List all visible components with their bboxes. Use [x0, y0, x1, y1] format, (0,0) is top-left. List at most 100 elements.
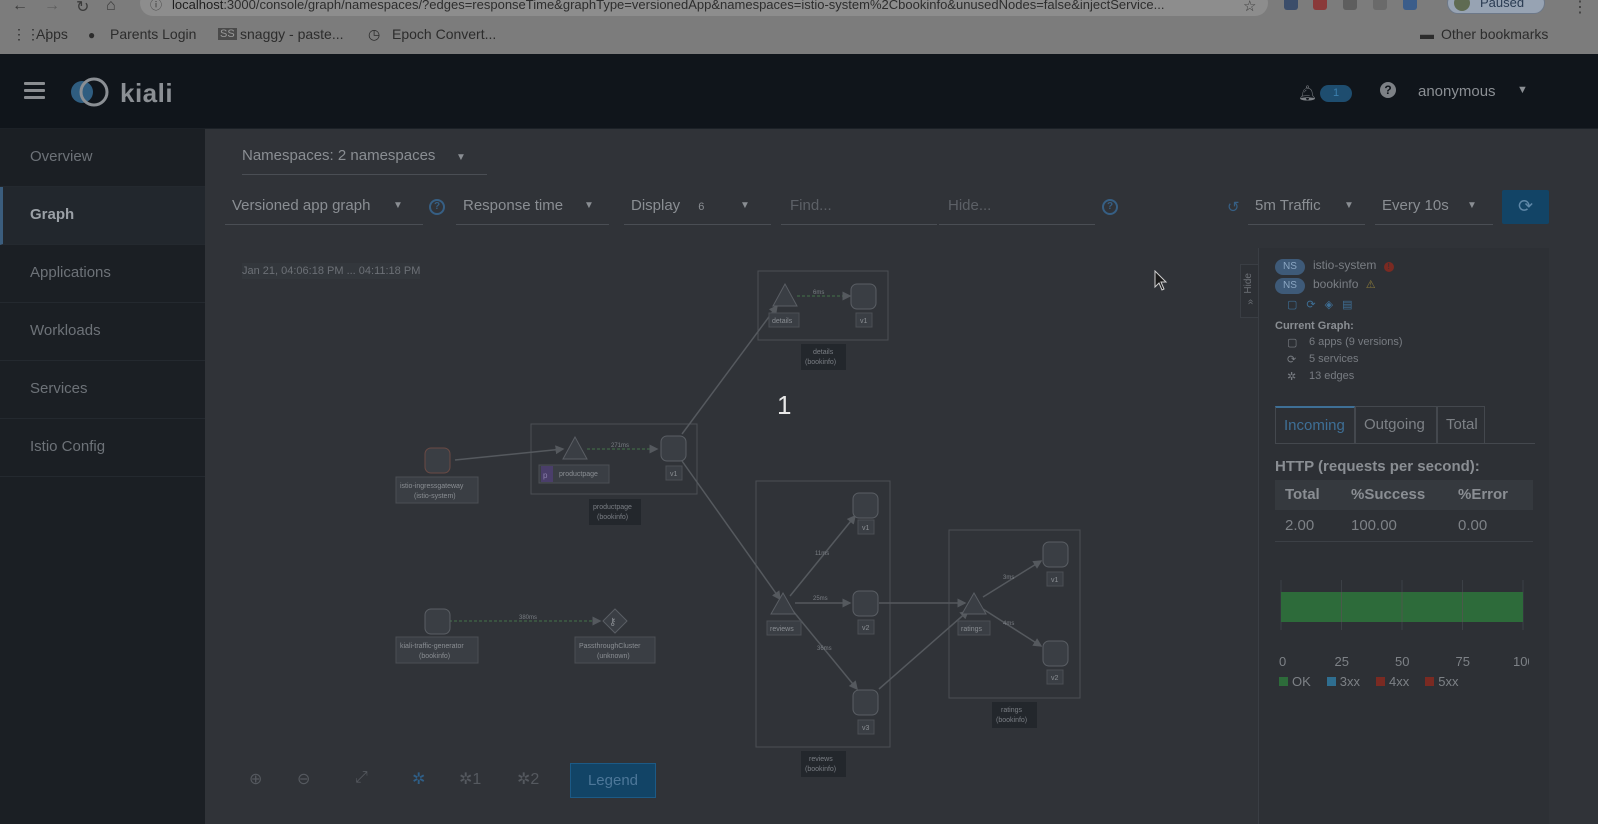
sidebar-item-workloads[interactable]: Workloads — [0, 303, 205, 361]
hamburger-menu-icon[interactable] — [24, 82, 45, 100]
app-box-label: reviews — [809, 756, 833, 763]
edge-gateway-productpage[interactable] — [454, 445, 565, 461]
kiali-traffic-generator-node[interactable] — [424, 608, 451, 635]
zoom-out-icon[interactable]: ⊖ — [297, 769, 310, 789]
url-text[interactable]: localhost:3000/console/graph/namespaces/… — [172, 0, 1232, 12]
graph-stat-apps: 6 apps (9 versions) — [1309, 336, 1403, 348]
details-v1-node[interactable] — [850, 283, 877, 310]
layout-1-button[interactable]: ✲1 — [459, 769, 481, 789]
notification-badge[interactable]: 1 — [1320, 85, 1352, 102]
summary-panel: NS istio-system ! NS bookinfo ⚠ ▢⟳◈▤ Curre… — [1258, 248, 1549, 824]
layout-2-label: 2 — [530, 771, 540, 788]
reviews-service-node[interactable] — [770, 591, 796, 615]
traffic-window-select[interactable]: 5m Traffic ▼ — [1248, 189, 1365, 225]
bookmark-epoch-convert[interactable]: Epoch Convert... — [392, 26, 496, 42]
reviews-v2-node[interactable] — [852, 590, 879, 617]
node-label: productpage — [559, 471, 598, 478]
node-label: (bookinfo) — [419, 653, 450, 660]
app-box-label: productpage — [593, 504, 632, 511]
bookmark-snaggy[interactable]: snaggy - paste... — [240, 26, 344, 42]
url-bar-row: ← → ↻ ⌂ ⓘ localhost:3000/console/graph/n… — [0, 0, 1598, 18]
hide-panel-toggle[interactable]: Hide » — [1240, 264, 1258, 318]
extension-icon[interactable] — [1313, 0, 1327, 10]
ratings-service-node[interactable] — [961, 591, 987, 615]
details-service-node[interactable] — [772, 282, 798, 307]
sidebar-item-overview[interactable]: Overview — [0, 129, 205, 187]
tab-outgoing[interactable]: Outgoing — [1355, 406, 1437, 444]
namespace-row: NS bookinfo ⚠ — [1275, 277, 1376, 294]
namespace-name[interactable]: istio-system — [1313, 258, 1376, 272]
sidebar-item-istio-config[interactable]: Istio Config — [0, 419, 205, 477]
fit-to-screen-icon[interactable]: ⤢ — [355, 769, 368, 787]
warning-icon: ⚠ — [1365, 279, 1376, 291]
star-icon[interactable]: ☆ — [1243, 0, 1256, 15]
hide-label: Hide — [1243, 273, 1254, 294]
layout-2-button[interactable]: ✲2 — [517, 769, 539, 789]
edge-reviewsv3-ratings[interactable] — [878, 610, 970, 690]
other-bookmarks[interactable]: Other bookmarks — [1441, 26, 1548, 42]
tab-incoming[interactable]: Incoming — [1275, 406, 1355, 444]
edge-productpage-details[interactable] — [681, 304, 778, 435]
node-label: (istio-system) — [414, 493, 456, 500]
sidebar-item-graph[interactable]: Graph — [0, 187, 205, 245]
refresh-button[interactable]: ⟳ — [1502, 190, 1549, 224]
column-header: %Success — [1351, 486, 1426, 503]
extension-icon[interactable] — [1343, 0, 1357, 10]
node-label: (unknown) — [597, 653, 630, 660]
user-menu[interactable]: anonymous — [1418, 83, 1496, 100]
help-icon[interactable]: ? — [1380, 82, 1396, 98]
app-box-label: (bookinfo) — [805, 359, 836, 366]
bookmark-apps[interactable]: Apps — [36, 26, 68, 42]
extension-icon[interactable] — [1373, 0, 1387, 10]
namespace-name[interactable]: bookinfo — [1313, 277, 1358, 291]
app-box-label: (bookinfo) — [996, 717, 1027, 724]
productpage-v1-node[interactable] — [660, 435, 687, 462]
home-icon[interactable]: ⌂ — [106, 0, 116, 15]
productpage-service-node[interactable] — [562, 435, 588, 460]
app-box-label: ratings — [1001, 707, 1023, 714]
node-label: kiali-traffic-generator — [400, 643, 464, 650]
info-icon[interactable]: ⓘ — [150, 0, 162, 13]
menu-dots-icon[interactable]: ⋮ — [1572, 0, 1588, 17]
app-box-label: details — [813, 349, 834, 356]
edge-productpage-reviews[interactable] — [681, 460, 781, 601]
sidebar: Overview Graph Applications Workloads Se… — [0, 129, 205, 824]
table-cell: 100.00 — [1351, 517, 1397, 534]
back-arrow-icon[interactable]: ← — [12, 0, 28, 15]
app-header: kiali 🔔︎ 1 ? anonymous ▼ — [0, 54, 1598, 129]
node-label: ratings — [961, 626, 983, 633]
reload-icon[interactable]: ↻ — [76, 0, 89, 17]
reviews-v1-node[interactable] — [852, 492, 879, 519]
edges-icon: ✲ — [1287, 371, 1297, 383]
extension-icon[interactable] — [1284, 0, 1298, 10]
browser-chrome: ← → ↻ ⌂ ⓘ localhost:3000/console/graph/n… — [0, 0, 1598, 54]
ratings-v2-node[interactable] — [1042, 640, 1069, 667]
legend-swatch — [1326, 677, 1336, 686]
legend-swatch — [1425, 677, 1435, 686]
bookmark-parents-login[interactable]: Parents Login — [110, 26, 196, 42]
tab-total[interactable]: Total — [1437, 406, 1485, 444]
extension-icon[interactable] — [1403, 0, 1417, 10]
node-label: v1 — [670, 471, 678, 478]
forward-arrow-icon[interactable]: → — [44, 0, 60, 15]
column-header: Total — [1285, 486, 1320, 503]
edge-label: 6ms — [813, 290, 824, 296]
namespace-action-icons[interactable]: ▢⟳◈▤ — [1287, 298, 1361, 311]
reviews-v3-node[interactable] — [852, 689, 879, 716]
edge-ratings-v2[interactable] — [982, 608, 1043, 647]
zoom-in-icon[interactable]: ⊕ — [249, 769, 262, 789]
caret-down-icon: ▼ — [1467, 200, 1477, 211]
graph-canvas[interactable]: 6ms 271ms 380ms 11ms 25ms 36ms 3ms 4ms ⚷… — [205, 129, 1255, 809]
chevron-down-icon[interactable]: ▼ — [1517, 84, 1528, 96]
bell-icon[interactable]: 🔔︎ — [1298, 84, 1317, 102]
profile-paused-button[interactable]: Paused — [1447, 0, 1545, 14]
sidebar-item-services[interactable]: Services — [0, 361, 205, 419]
sidebar-item-applications[interactable]: Applications — [0, 245, 205, 303]
istio-ingressgateway-node[interactable] — [424, 447, 451, 474]
legend-button[interactable]: Legend — [570, 763, 656, 798]
kiali-logo[interactable]: kiali — [68, 76, 178, 108]
caret-down-icon: ▼ — [1344, 200, 1354, 211]
layout-default-icon[interactable]: ✲ — [412, 769, 425, 789]
refresh-interval-select[interactable]: Every 10s ▼ — [1375, 189, 1493, 225]
ratings-v1-node[interactable] — [1042, 541, 1069, 568]
